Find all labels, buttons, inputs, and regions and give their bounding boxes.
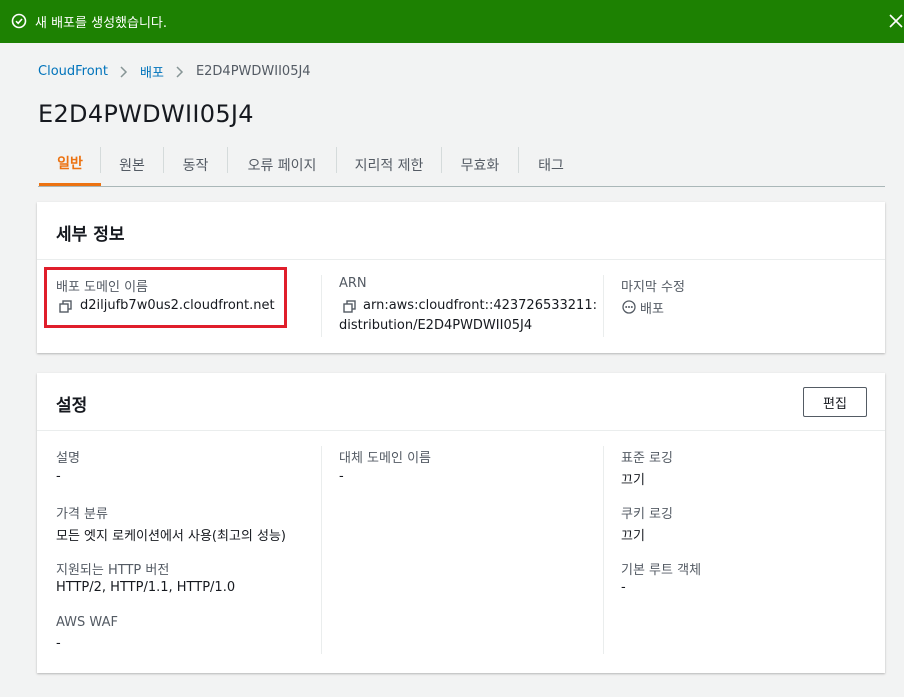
- close-icon[interactable]: [888, 11, 904, 31]
- waf-value: -: [56, 636, 61, 651]
- cookie-logging-label: 쿠키 로깅: [621, 507, 673, 522]
- in-progress-icon: [622, 300, 636, 314]
- waf-label: AWS WAF: [56, 615, 118, 630]
- flash-message: 새 배포를 생성했습니다.: [35, 16, 167, 31]
- description-value: -: [56, 469, 61, 484]
- default-root-object-value: -: [621, 580, 626, 595]
- tab-geo-restrictions[interactable]: 지리적 제한: [337, 143, 441, 186]
- domain-label: 배포 도메인 이름: [56, 280, 148, 295]
- price-class-value: 모든 엣지 로케이션에서 사용(최고의 성능): [56, 529, 286, 544]
- breadcrumb: CloudFront 배포 E2D4PWDWII05J4: [38, 62, 311, 81]
- copy-icon[interactable]: [59, 300, 72, 313]
- edit-button[interactable]: 편집: [803, 387, 867, 417]
- chevron-right-icon: [176, 65, 183, 78]
- tab-general[interactable]: 일반: [39, 143, 101, 186]
- column-divider: [321, 446, 322, 654]
- standard-logging-value: 끄기: [621, 473, 645, 488]
- details-header: 세부 정보: [37, 202, 885, 260]
- default-root-object-label: 기본 루트 객체: [621, 563, 702, 578]
- chevron-right-icon: [120, 65, 128, 78]
- http-version-value: HTTP/2, HTTP/1.1, HTTP/1.0: [56, 580, 236, 595]
- standard-logging-label: 표준 로깅: [621, 451, 673, 466]
- breadcrumb-current: E2D4PWDWII05J4: [195, 64, 311, 79]
- tab-tags[interactable]: 태그: [519, 143, 583, 186]
- arn-value-line2: distribution/E2D4PWDWII05J4: [339, 318, 533, 333]
- cookie-logging-value: 끄기: [621, 529, 645, 544]
- settings-header: 설정 편집: [37, 373, 885, 431]
- domain-value: d2iljufb7w0us2.cloudfront.net: [80, 298, 275, 313]
- copy-icon[interactable]: [343, 300, 356, 313]
- settings-panel: 설정 편집 설명 - 가격 분류 모든 엣지 로케이션에서 사용(최고의 성능)…: [37, 373, 885, 673]
- column-divider: [603, 275, 604, 337]
- description-label: 설명: [56, 451, 80, 466]
- success-flashbar: 새 배포를 생성했습니다.: [0, 0, 904, 43]
- tab-origins[interactable]: 원본: [101, 143, 163, 186]
- price-class-label: 가격 분류: [56, 507, 108, 522]
- alt-domain-value: -: [339, 469, 344, 484]
- column-divider: [321, 275, 322, 337]
- tab-bar: 일반 원본 동작 오류 페이지 지리적 제한 무효화 태그: [38, 143, 885, 187]
- http-version-label: 지원되는 HTTP 버전: [56, 563, 170, 578]
- page-title: E2D4PWDWII05J4: [38, 100, 254, 128]
- column-divider: [603, 446, 604, 654]
- breadcrumb-distributions[interactable]: 배포: [140, 62, 164, 81]
- last-modified-value: 배포: [640, 302, 664, 317]
- settings-title: 설정: [56, 396, 88, 416]
- tab-error-pages[interactable]: 오류 페이지: [228, 143, 336, 186]
- breadcrumb-cloudfront[interactable]: CloudFront: [38, 64, 108, 79]
- check-circle-icon: [11, 13, 27, 29]
- arn-label: ARN: [339, 276, 367, 291]
- details-title: 세부 정보: [56, 225, 125, 245]
- last-modified-label: 마지막 수정: [621, 280, 685, 295]
- details-panel: 세부 정보 배포 도메인 이름 d2iljufb7w0us2.cloudfron…: [37, 202, 885, 353]
- alt-domain-label: 대체 도메인 이름: [339, 451, 431, 466]
- tab-behaviors[interactable]: 동작: [164, 143, 227, 186]
- tab-invalidations[interactable]: 무효화: [442, 143, 518, 186]
- arn-value-line1: arn:aws:cloudfront::423726533211:: [363, 298, 597, 313]
